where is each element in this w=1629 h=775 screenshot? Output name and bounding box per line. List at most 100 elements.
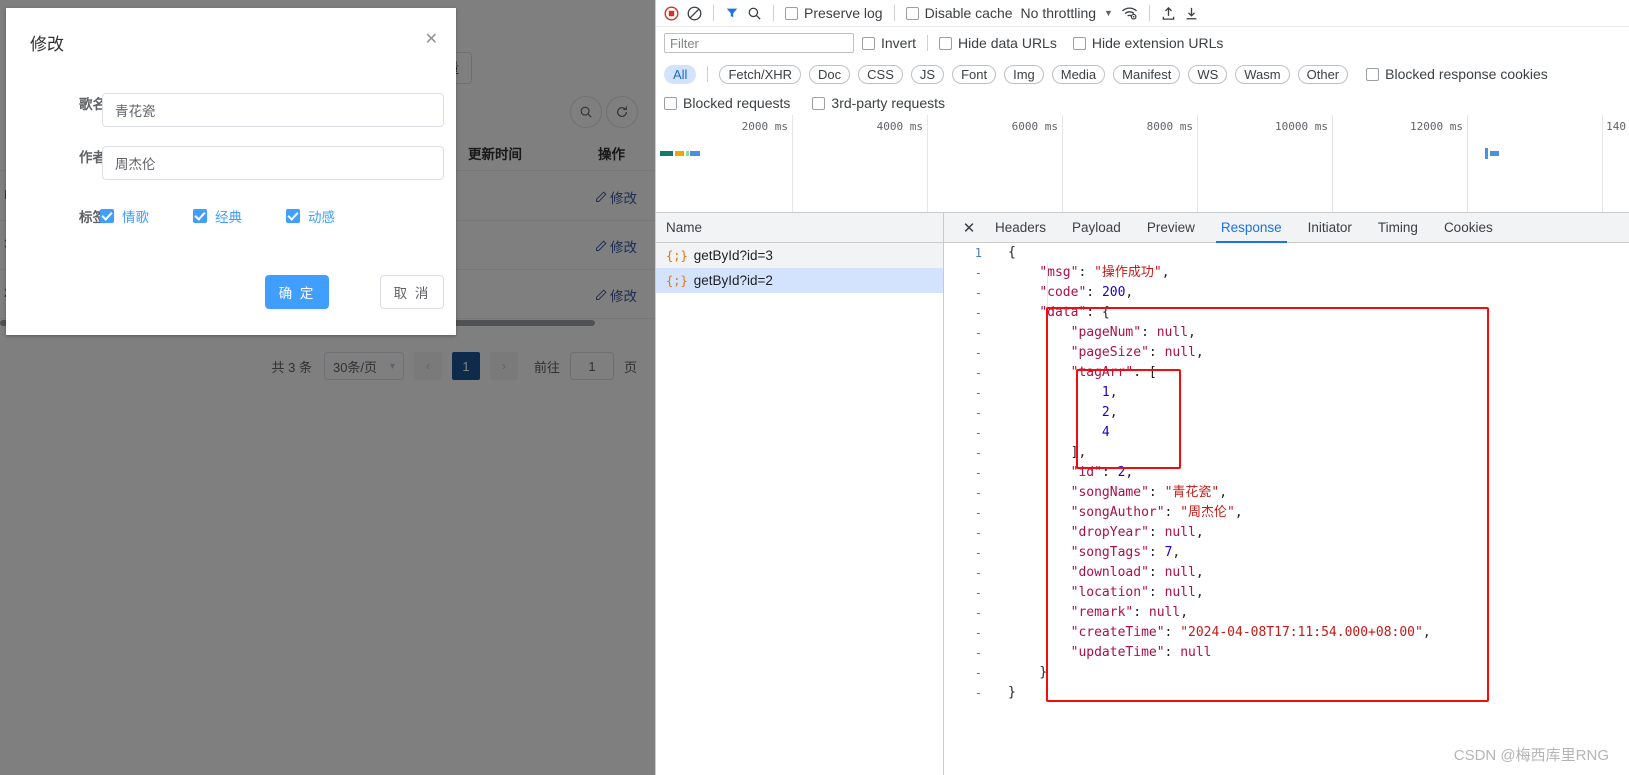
disable-cache-label: Disable cache [924, 5, 1013, 21]
code-gutter[interactable]: - [944, 583, 992, 603]
song-author-input[interactable]: 周杰伦 [102, 146, 444, 180]
code-text: "songAuthor": "周杰伦", [1008, 503, 1243, 523]
type-filter-doc[interactable]: Doc [809, 64, 851, 84]
song-author-label: 作者 [79, 150, 106, 165]
type-filter-wasm[interactable]: Wasm [1235, 64, 1290, 84]
tag-checkbox-qingge[interactable]: 情歌 [100, 206, 149, 226]
code-gutter[interactable]: - [944, 663, 992, 683]
filter-input[interactable]: Filter [664, 33, 854, 53]
code-gutter[interactable]: - [944, 263, 992, 283]
code-gutter[interactable]: - [944, 343, 992, 363]
request-list-header[interactable]: Name [656, 213, 943, 243]
code-gutter[interactable]: - [944, 463, 992, 483]
type-filter-media[interactable]: Media [1051, 64, 1106, 84]
code-gutter[interactable]: 1 [944, 243, 992, 263]
timeline-tick: 10000 ms [1275, 120, 1328, 133]
type-filter-other[interactable]: Other [1297, 64, 1349, 84]
type-filter-fetch-xhr[interactable]: Fetch/XHR [719, 64, 802, 84]
tag-checkbox-donggan[interactable]: 动感 [286, 206, 335, 226]
throttling-select-value[interactable]: No throttling [1021, 5, 1096, 21]
wifi-settings-icon[interactable] [1121, 6, 1138, 21]
timeline-tick: 6000 ms [1011, 120, 1058, 133]
tab-headers[interactable]: Headers [982, 213, 1059, 243]
tab-timing[interactable]: Timing [1365, 213, 1431, 243]
record-stop-icon[interactable] [664, 6, 679, 21]
checkbox-checked-icon [286, 209, 300, 223]
code-text: "updateTime": null [1008, 643, 1212, 663]
invert-checkbox[interactable]: Invert [862, 35, 916, 51]
hide-extension-urls-checkbox[interactable]: Hide extension URLs [1072, 35, 1223, 51]
network-timeline-overview[interactable]: 2000 ms 4000 ms 6000 ms 8000 ms 10000 ms… [656, 115, 1629, 213]
tag-checkbox-jingdian[interactable]: 经典 [193, 206, 242, 226]
code-gutter[interactable]: - [944, 483, 992, 503]
timeline-bar-segment [1485, 148, 1488, 159]
network-lower-split: Name {;} getById?id=3 {;} getById?id=2 ✕… [656, 213, 1629, 775]
code-gutter[interactable]: - [944, 303, 992, 323]
code-gutter[interactable]: - [944, 623, 992, 643]
type-filter-all[interactable]: All [664, 64, 697, 84]
code-token: : [1148, 585, 1165, 600]
code-gutter[interactable]: - [944, 643, 992, 663]
close-icon[interactable]: ✕ [956, 213, 982, 243]
checkbox-icon [1366, 67, 1380, 81]
network-filter-row: Filter Invert Hide data URLs Hide extens… [656, 27, 1629, 59]
code-text: { [1008, 243, 1016, 263]
code-gutter[interactable]: - [944, 503, 992, 523]
download-har-icon[interactable] [1184, 6, 1199, 21]
disable-cache-checkbox[interactable]: Disable cache [905, 5, 1013, 21]
chevron-down-icon[interactable]: ▼ [1104, 8, 1113, 18]
type-filter-img[interactable]: Img [1004, 64, 1044, 84]
code-gutter[interactable]: - [944, 363, 992, 383]
tab-preview[interactable]: Preview [1134, 213, 1208, 243]
type-filter-css[interactable]: CSS [858, 64, 903, 84]
search-icon[interactable] [747, 6, 762, 21]
tab-cookies[interactable]: Cookies [1431, 213, 1506, 243]
code-gutter[interactable]: - [944, 423, 992, 443]
upload-har-icon[interactable] [1161, 6, 1176, 21]
code-gutter[interactable]: - [944, 323, 992, 343]
type-filter-ws[interactable]: WS [1188, 64, 1228, 84]
tab-response[interactable]: Response [1208, 213, 1295, 243]
preserve-log-checkbox[interactable]: Preserve log [785, 5, 883, 21]
code-gutter[interactable]: - [944, 543, 992, 563]
filter-funnel-icon[interactable] [725, 6, 739, 20]
song-name-label: 歌名 [79, 97, 106, 112]
response-code-view[interactable]: 1{- "msg": "操作成功", - "code": 200, - "data"… [944, 243, 1629, 775]
song-name-input[interactable]: 青花瓷 [102, 93, 444, 127]
close-icon[interactable]: ✕ [425, 32, 438, 48]
code-gutter[interactable]: - [944, 283, 992, 303]
code-token: , [1219, 485, 1228, 500]
blocked-response-cookies-label: Blocked response cookies [1385, 66, 1548, 82]
code-token: null [1164, 565, 1196, 580]
code-gutter[interactable]: - [944, 403, 992, 423]
code-token: : [1148, 525, 1165, 540]
blocked-requests-checkbox[interactable]: Blocked requests [664, 95, 790, 111]
type-filter-font[interactable]: Font [952, 64, 997, 84]
request-row-getbyid-3[interactable]: {;} getById?id=3 [656, 243, 943, 268]
code-token: 200 [1101, 285, 1126, 300]
type-filter-manifest[interactable]: Manifest [1113, 64, 1181, 84]
clear-icon[interactable] [687, 6, 702, 21]
cancel-button[interactable]: 取 消 [380, 275, 444, 309]
blocked-response-cookies-checkbox[interactable]: Blocked response cookies [1366, 66, 1548, 82]
code-token: : [1164, 505, 1181, 520]
confirm-button[interactable]: 确 定 [265, 275, 329, 309]
request-row-getbyid-2[interactable]: {;} getById?id=2 [656, 268, 943, 293]
timeline-gutter [656, 115, 660, 212]
timeline-bar-segment [686, 151, 689, 156]
hide-data-urls-checkbox[interactable]: Hide data URLs [939, 35, 1057, 51]
code-gutter[interactable]: - [944, 383, 992, 403]
code-text: "msg": "操作成功", [1008, 263, 1169, 283]
code-gutter[interactable]: - [944, 563, 992, 583]
code-gutter[interactable]: - [944, 443, 992, 463]
code-token: : [1086, 285, 1102, 300]
code-token: null [1148, 605, 1181, 620]
code-token: : [1133, 605, 1149, 620]
code-gutter[interactable]: - [944, 683, 992, 703]
type-filter-js[interactable]: JS [910, 64, 945, 84]
code-gutter[interactable]: - [944, 603, 992, 623]
tab-initiator[interactable]: Initiator [1295, 213, 1365, 243]
code-gutter[interactable]: - [944, 523, 992, 543]
tab-payload[interactable]: Payload [1059, 213, 1134, 243]
third-party-requests-checkbox[interactable]: 3rd-party requests [812, 95, 945, 111]
